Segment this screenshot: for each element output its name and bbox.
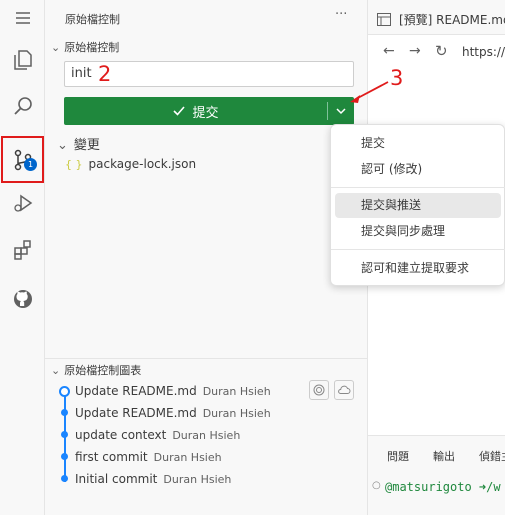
menu-item-commit-sync[interactable]: 提交與同步處理 xyxy=(335,219,501,244)
graph-row[interactable]: first commit Duran Hsieh xyxy=(75,450,222,464)
commit-message: update context xyxy=(75,428,167,442)
menu-icon[interactable] xyxy=(0,0,45,36)
check-icon xyxy=(173,106,186,116)
graph-row[interactable]: Update README.md Duran Hsieh xyxy=(75,384,271,398)
refresh-icon[interactable]: ↻ xyxy=(435,42,448,60)
graph-row[interactable]: Initial commit Duran Hsieh xyxy=(75,472,231,486)
extensions-icon[interactable] xyxy=(0,230,45,270)
bottom-panel: 問題 輸出 偵錯主 ○ @matsurigoto ➜/w xyxy=(368,435,505,515)
preview-icon xyxy=(377,11,391,30)
commit-message: Update README.md xyxy=(75,406,197,420)
forward-arrow-icon[interactable]: → xyxy=(409,43,421,59)
menu-item-commit-pr[interactable]: 認可和建立提取要求 xyxy=(335,256,501,281)
run-debug-icon[interactable] xyxy=(0,183,45,223)
graph-line xyxy=(64,394,66,482)
panel-tab-problems[interactable]: 問題 xyxy=(387,448,409,464)
terminal-marker-icon: ○ xyxy=(372,480,381,491)
commit-author: Duran Hsieh xyxy=(202,407,271,420)
more-actions-icon[interactable]: ··· xyxy=(335,7,347,22)
graph-node xyxy=(61,431,68,438)
menu-separator xyxy=(331,249,505,250)
menu-item-commit[interactable]: 提交 xyxy=(335,131,501,156)
chevron-down-icon: ⌄ xyxy=(51,41,61,54)
graph-node xyxy=(61,453,68,460)
activity-bar: 1 xyxy=(0,0,45,515)
github-icon[interactable] xyxy=(0,279,45,319)
cloud-icon[interactable] xyxy=(334,380,354,400)
back-arrow-icon[interactable]: ← xyxy=(383,43,395,59)
commit-author: Duran Hsieh xyxy=(172,429,241,442)
section-title: 原始檔控制 xyxy=(64,41,120,54)
commit-author: Duran Hsieh xyxy=(202,385,271,398)
commit-button-label: 提交 xyxy=(192,105,219,121)
section-divider xyxy=(45,358,368,359)
explorer-icon[interactable] xyxy=(0,40,45,80)
annotation-2: 2 xyxy=(98,62,112,86)
file-name: package-lock.json xyxy=(88,157,197,171)
source-control-sidebar: 原始檔控制 ··· ⌄ 原始檔控制 init 提交 ⌄ 變更 { } package-… xyxy=(45,0,368,515)
graph-title: 原始檔控制圖表 xyxy=(64,364,142,377)
commit-author: Duran Hsieh xyxy=(153,451,222,464)
panel-tab-debug[interactable]: 偵錯主 xyxy=(479,448,505,464)
graph-head-node xyxy=(59,386,70,397)
commit-dropdown-menu: 提交 認可 (修改) 提交與推送 提交與同步處理 認可和建立提取要求 xyxy=(330,124,505,286)
section-header[interactable]: ⌄ 原始檔控制 xyxy=(51,39,119,55)
commit-button-group: 提交 xyxy=(64,97,354,125)
changed-file-row[interactable]: { } package-lock.json xyxy=(65,157,196,171)
target-icon[interactable] xyxy=(309,380,329,400)
graph-node xyxy=(61,475,68,482)
menu-item-commit-amend[interactable]: 認可 (修改) xyxy=(335,157,501,182)
graph-row[interactable]: update context Duran Hsieh xyxy=(75,428,240,442)
commit-message: first commit xyxy=(75,450,148,464)
changes-title: 變更 xyxy=(73,138,100,153)
menu-item-commit-push[interactable]: 提交與推送 xyxy=(335,193,501,218)
commit-message: Update README.md xyxy=(75,384,197,398)
terminal-prompt: @matsurigoto ➜/w xyxy=(385,480,501,494)
editor-tab-bar: [預覽] README.md xyxy=(368,0,505,35)
commit-message: Initial commit xyxy=(75,472,158,486)
chevron-down-icon: ⌄ xyxy=(51,364,61,377)
search-icon[interactable] xyxy=(0,86,45,126)
annotation-3: 3 xyxy=(390,66,404,90)
graph-header[interactable]: ⌄ 原始檔控制圖表 xyxy=(51,362,141,378)
highlight-box xyxy=(1,136,44,183)
graph-node xyxy=(61,409,68,416)
json-braces-icon: { } xyxy=(65,158,83,171)
sidebar-header-title: 原始檔控制 xyxy=(65,13,120,26)
url-bar[interactable]: https:// xyxy=(462,45,505,59)
commit-button[interactable]: 提交 xyxy=(64,97,327,125)
panel-tab-output[interactable]: 輸出 xyxy=(433,448,455,464)
graph-row[interactable]: Update README.md Duran Hsieh xyxy=(75,406,271,420)
chevron-down-icon: ⌄ xyxy=(57,138,68,153)
editor-tab-title[interactable]: [預覽] README.md xyxy=(399,11,505,28)
commit-author: Duran Hsieh xyxy=(163,473,232,486)
changes-header[interactable]: ⌄ 變更 xyxy=(57,134,100,153)
menu-separator xyxy=(331,187,505,188)
